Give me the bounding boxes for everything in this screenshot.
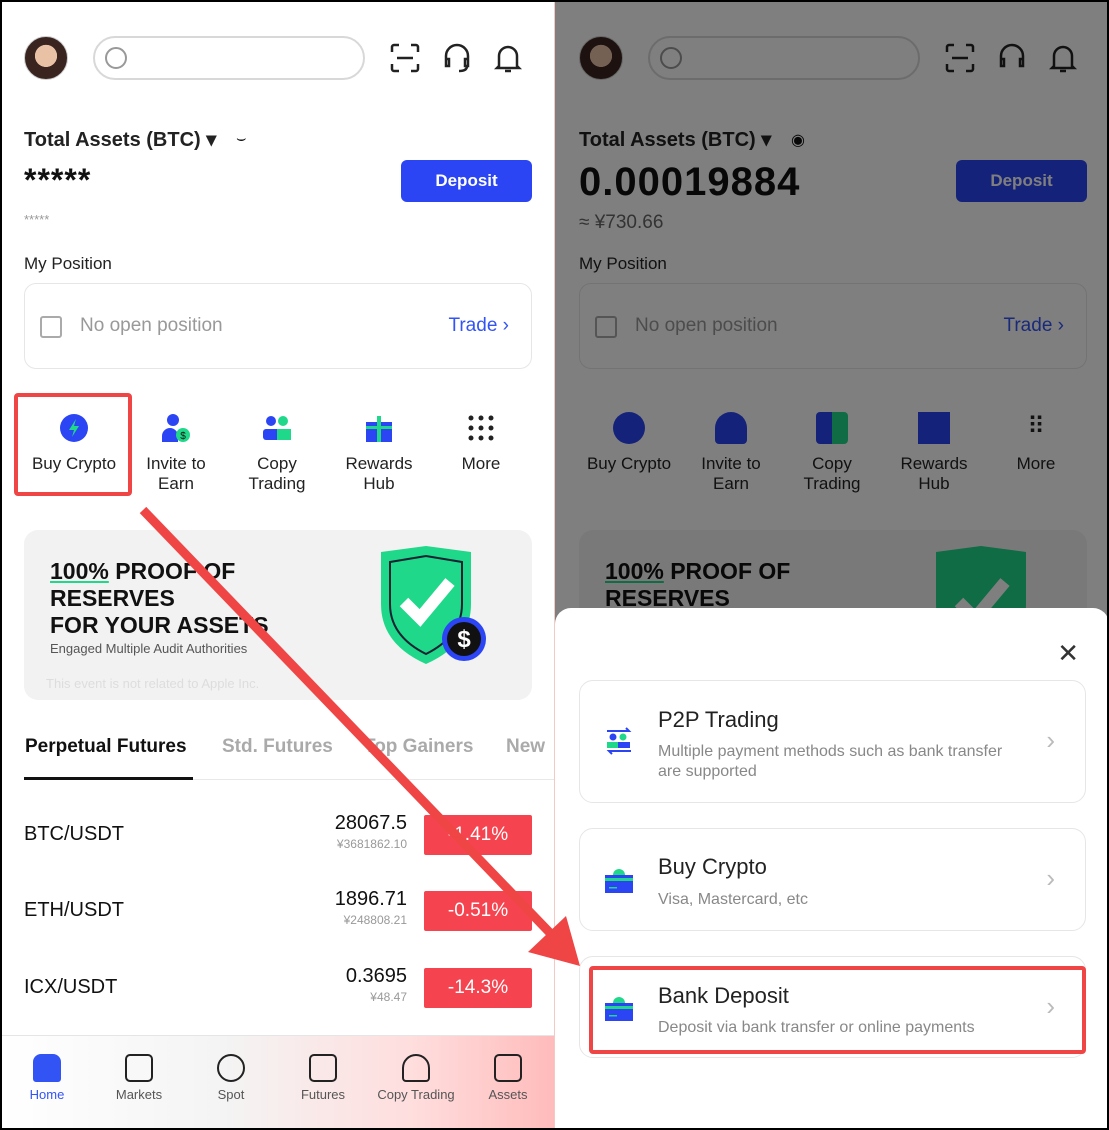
wallet-icon (494, 1054, 522, 1082)
home-screen-left: Total Assets (BTC) ▾ ⌣ ***** Deposit ***… (0, 0, 554, 1130)
close-icon[interactable]: ✕ (1057, 638, 1079, 669)
price-cny: ¥48.47 (370, 990, 407, 1004)
nav-spot[interactable]: Spot (185, 1054, 277, 1102)
nav-assets[interactable]: Assets (462, 1054, 554, 1102)
banner-headline: 100% PROOF OF RESERVES FOR YOUR ASSETS (50, 558, 269, 638)
candlestick-icon (125, 1054, 153, 1082)
shortcut-invite[interactable]: $ Invite to Earn (126, 412, 226, 494)
eye-closed-icon[interactable]: ⌣ (236, 130, 247, 148)
nav-futures[interactable]: Futures (277, 1054, 369, 1102)
home-screen-right: Total Assets (BTC) ▾ ◉ 0.00019884 Deposi… (555, 0, 1109, 1130)
gift-icon (363, 412, 395, 444)
price-cny: ¥248808.21 (343, 913, 407, 927)
price: 0.3695 (345, 965, 407, 987)
market-row[interactable]: ICX/USDT 0.3695 ¥48.47 -14.3% (24, 965, 532, 1008)
price: 28067.5 (334, 812, 407, 834)
chevron-right-icon: › (1046, 863, 1055, 893)
option-p2p-trading[interactable]: P2P Trading Multiple payment methods suc… (579, 680, 1086, 803)
bottom-nav: Home Markets Spot Futures Copy Trading A… (0, 1035, 554, 1130)
shortcut-rewards-hub[interactable]: Rewards Hub (329, 412, 429, 494)
shortcut-label: More (461, 454, 501, 473)
shortcut-copy-trading[interactable]: Copy Trading (227, 412, 327, 494)
banner-subtitle: Engaged Multiple Audit Authorities (50, 641, 248, 656)
spot-icon (217, 1054, 245, 1082)
shortcut-label: Invite to Earn (146, 454, 206, 493)
option-description: Multiple payment methods such as bank tr… (658, 743, 1003, 780)
tab-perpetual-futures[interactable]: Perpetual Futures (25, 736, 187, 758)
p2p-icon (606, 727, 632, 755)
deposit-button[interactable]: Deposit (401, 160, 532, 202)
bell-icon[interactable] (491, 41, 525, 75)
highlight-buy-crypto (14, 393, 132, 496)
price-cny: ¥3681862.10 (336, 837, 407, 851)
home-icon (33, 1054, 61, 1082)
position-card: No open position Trade › (24, 283, 532, 369)
search-icon (105, 47, 127, 69)
headset-icon[interactable] (440, 41, 474, 75)
banner-disclaimer: This event is not related to Apple Inc. (46, 676, 260, 691)
tab-new[interactable]: New (506, 736, 545, 758)
svg-text:$: $ (457, 626, 471, 653)
grid-dots-icon (465, 412, 497, 444)
fiat-hidden: ***** (24, 212, 50, 227)
nav-home[interactable]: Home (1, 1054, 93, 1102)
shield-check-icon: $ (381, 546, 486, 664)
shortcut-label: Copy Trading (248, 454, 306, 493)
copy-trading-icon (261, 412, 293, 444)
change-badge: -1.41% (424, 815, 532, 855)
pair-name: ICX/USDT (24, 976, 118, 998)
option-description: Visa, Mastercard, etc (658, 891, 808, 908)
proof-of-reserves-banner[interactable]: 100% PROOF OF RESERVES FOR YOUR ASSETS Eng… (24, 530, 532, 700)
change-badge: -14.3% (424, 968, 532, 1008)
tab-top-gainers[interactable]: Top Gainers (364, 736, 473, 758)
document-icon (40, 316, 62, 338)
market-tabs: Perpetual Futures Std. Futures Top Gaine… (24, 736, 554, 780)
people-icon (402, 1054, 430, 1082)
pair-name: BTC/USDT (24, 823, 124, 845)
market-row[interactable]: ETH/USDT 1896.71 ¥248808.21 -0.51% (24, 888, 532, 931)
active-tab-indicator (24, 777, 193, 780)
change-badge: -0.51% (424, 891, 532, 931)
invite-icon: $ (160, 412, 192, 444)
balance-hidden: ***** (24, 162, 92, 198)
shortcut-more[interactable]: More (431, 412, 531, 474)
nav-markets[interactable]: Markets (93, 1054, 185, 1102)
price: 1896.71 (334, 888, 407, 910)
pair-name: ETH/USDT (24, 899, 124, 921)
total-assets-label[interactable]: Total Assets (BTC) ▾ (24, 127, 216, 152)
svg-text:$: $ (180, 431, 186, 442)
avatar[interactable] (24, 36, 68, 80)
search-input[interactable] (93, 36, 365, 80)
option-title: Buy Crypto (658, 854, 767, 879)
scan-icon[interactable] (388, 41, 422, 75)
option-title: P2P Trading (658, 707, 779, 732)
futures-icon (309, 1054, 337, 1082)
card-icon (605, 869, 633, 893)
my-position-title: My Position (24, 254, 112, 273)
option-buy-crypto[interactable]: Buy Crypto Visa, Mastercard, etc › (579, 828, 1086, 931)
highlight-bank-deposit (589, 966, 1086, 1054)
trade-link[interactable]: Trade › (448, 315, 509, 337)
nav-copy-trading[interactable]: Copy Trading (370, 1054, 462, 1102)
market-row[interactable]: BTC/USDT 28067.5 ¥3681862.10 -1.41% (24, 812, 532, 855)
shortcut-label: Rewards Hub (345, 454, 413, 493)
chevron-right-icon: › (1046, 725, 1055, 755)
tab-std-futures[interactable]: Std. Futures (222, 736, 333, 758)
no-position-text: No open position (80, 315, 223, 336)
